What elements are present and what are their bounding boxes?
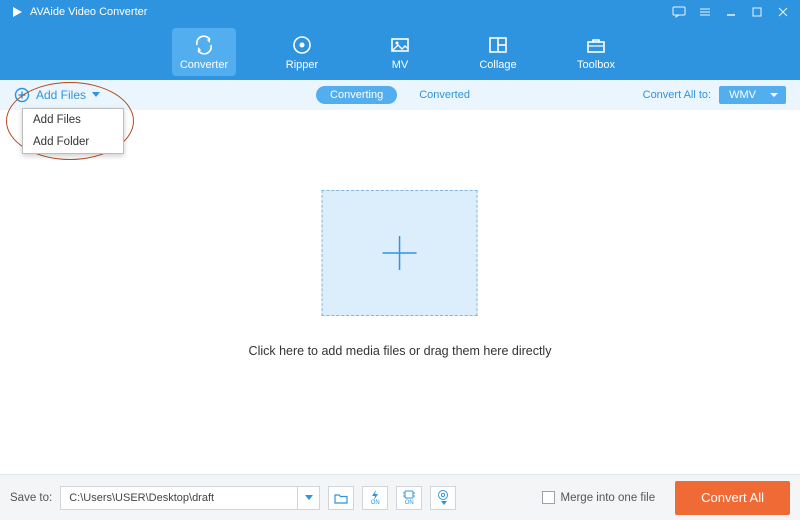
app-title: AVAide Video Converter — [30, 6, 147, 18]
minimize-icon[interactable] — [724, 5, 738, 19]
dropdown-add-files[interactable]: Add Files — [23, 109, 123, 131]
disc-icon — [291, 34, 313, 56]
save-path-field[interactable]: C:\Users\USER\Desktop\draft — [60, 486, 320, 510]
tab-converting[interactable]: Converting — [316, 86, 397, 104]
chevron-down-icon — [441, 501, 447, 506]
title-bar: AVAide Video Converter — [0, 0, 800, 24]
convert-all-to-label: Convert All to: — [643, 89, 711, 101]
window-controls — [672, 5, 790, 19]
save-path-dropdown[interactable] — [297, 487, 319, 509]
plus-circle-icon — [14, 87, 30, 103]
app-logo: AVAide Video Converter — [10, 5, 147, 19]
hw-accel-button[interactable]: ON — [362, 486, 388, 510]
caret-down-icon — [92, 92, 100, 98]
menu-icon[interactable] — [698, 5, 712, 19]
tab-converted[interactable]: Converted — [405, 86, 484, 104]
nav-ripper[interactable]: Ripper — [270, 28, 334, 76]
hw-accel-status: ON — [371, 500, 380, 506]
image-icon — [389, 34, 411, 56]
settings-button[interactable] — [430, 486, 456, 510]
merge-toggle[interactable]: Merge into one file — [542, 491, 656, 504]
format-select-value: WMV — [729, 89, 756, 101]
nav-converter-label: Converter — [180, 59, 228, 71]
sub-bar: Add Files Converting Converted Convert A… — [0, 80, 800, 110]
add-files-button[interactable]: Add Files — [14, 83, 100, 107]
plus-icon — [375, 228, 425, 278]
nav-collage-label: Collage — [479, 59, 516, 71]
nav-collage[interactable]: Collage — [466, 28, 530, 76]
save-path-value: C:\Users\USER\Desktop\draft — [61, 492, 297, 504]
dropzone-hint: Click here to add media files or drag th… — [249, 344, 552, 358]
convert-all-button[interactable]: Convert All — [675, 481, 790, 515]
chip-icon — [403, 490, 415, 500]
toolbox-icon — [585, 34, 607, 56]
sub-tabs: Converting Converted — [316, 86, 484, 104]
gpu-status: ON — [405, 500, 414, 506]
nav-converter[interactable]: Converter — [172, 28, 236, 76]
format-select[interactable]: WMV — [719, 86, 786, 104]
nav-mv[interactable]: MV — [368, 28, 432, 76]
nav-mv-label: MV — [392, 59, 409, 71]
save-to-label: Save to: — [10, 492, 52, 504]
gear-icon — [437, 489, 449, 501]
content-area: Click here to add media files or drag th… — [0, 110, 800, 474]
convert-icon — [193, 34, 215, 56]
play-logo-icon — [10, 5, 24, 19]
nav-toolbox-label: Toolbox — [577, 59, 615, 71]
dropzone-box[interactable] — [322, 190, 478, 316]
maximize-icon[interactable] — [750, 5, 764, 19]
convert-all-to: Convert All to: WMV — [643, 86, 786, 104]
merge-checkbox[interactable] — [542, 491, 555, 504]
nav-ripper-label: Ripper — [286, 59, 318, 71]
add-files-label: Add Files — [36, 88, 86, 102]
dropdown-add-folder[interactable]: Add Folder — [23, 131, 123, 153]
feedback-icon[interactable] — [672, 5, 686, 19]
folder-icon — [334, 492, 348, 504]
nav-toolbox[interactable]: Toolbox — [564, 28, 628, 76]
open-folder-button[interactable] — [328, 486, 354, 510]
gpu-button[interactable]: ON — [396, 486, 422, 510]
bolt-icon — [370, 490, 380, 500]
dropzone[interactable]: Click here to add media files or drag th… — [249, 190, 552, 358]
close-icon[interactable] — [776, 5, 790, 19]
main-nav: Converter Ripper MV Collage Toolbox — [0, 24, 800, 80]
bottom-bar: Save to: C:\Users\USER\Desktop\draft ON … — [0, 474, 800, 520]
collage-icon — [487, 34, 509, 56]
merge-label: Merge into one file — [561, 492, 656, 504]
add-files-dropdown: Add Files Add Folder — [22, 108, 124, 154]
